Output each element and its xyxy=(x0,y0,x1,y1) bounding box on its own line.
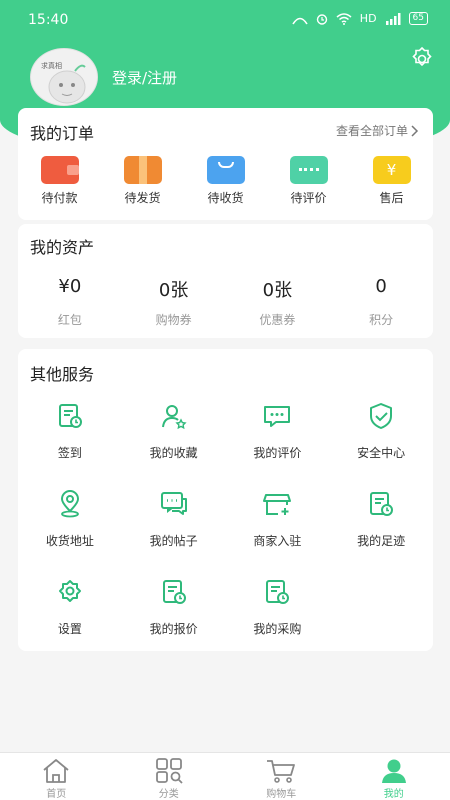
service-reviews[interactable]: 我的评价 xyxy=(226,401,330,489)
service-label: 我的帖子 xyxy=(149,534,198,548)
avatar[interactable]: 求真相 xyxy=(30,48,98,106)
service-favorites[interactable]: 我的收藏 xyxy=(122,401,226,489)
order-label: 待评价 xyxy=(290,191,327,205)
shield-icon xyxy=(370,403,393,429)
service-security-center[interactable]: 安全中心 xyxy=(329,401,433,489)
order-pending-payment[interactable]: 待付款 xyxy=(18,156,101,206)
services-grid: 签到 我的收藏 我的评价 安全中心 收货地址 我的帖子 商家入驻 我的足迹 设置… xyxy=(18,401,433,665)
posts-icon xyxy=(160,492,187,515)
service-label: 我的报价 xyxy=(149,622,198,636)
service-label: 签到 xyxy=(57,446,82,460)
box-icon xyxy=(206,156,245,184)
tab-cart[interactable]: 购物车 xyxy=(225,753,338,800)
service-label: 设置 xyxy=(57,622,82,636)
tab-label: 首页 xyxy=(46,789,67,800)
category-icon xyxy=(155,758,183,784)
other-services-card: 其他服务 签到 我的收藏 我的评价 安全中心 收货地址 我的帖子 商家入驻 我的… xyxy=(18,349,433,651)
review-icon xyxy=(264,406,291,427)
tab-label: 分类 xyxy=(158,789,179,800)
avatar-cartoon-icon xyxy=(48,64,86,104)
order-label: 待发货 xyxy=(124,191,161,205)
asset-value: 0 xyxy=(375,276,387,297)
yen-bag-icon: ¥ xyxy=(372,156,411,184)
status-time: 15:40 xyxy=(28,12,69,28)
order-label: 待付款 xyxy=(41,191,78,205)
status-icons: HD 65 xyxy=(292,12,428,25)
battery-indicator: 65 xyxy=(408,12,428,25)
service-label: 商家入驻 xyxy=(253,534,302,548)
orders-title: 我的订单 xyxy=(30,124,95,143)
service-label: 我的采购 xyxy=(253,622,302,636)
asset-shopping-voucher[interactable]: 0张 购物券 xyxy=(122,276,226,328)
service-posts[interactable]: 我的帖子 xyxy=(122,489,226,577)
service-footprints[interactable]: 我的足迹 xyxy=(329,489,433,577)
order-pending-receipt[interactable]: 待收货 xyxy=(184,156,267,206)
profile-icon xyxy=(381,759,406,783)
service-shipping-address[interactable]: 收货地址 xyxy=(18,489,122,577)
wallet-icon xyxy=(40,156,79,184)
avatar-text: 求真相 xyxy=(41,62,62,70)
asset-label: 优惠券 xyxy=(259,313,296,327)
order-pending-review[interactable]: 待评价 xyxy=(267,156,350,206)
service-merchant-join[interactable]: 商家入驻 xyxy=(226,489,330,577)
cell-signal-icon xyxy=(385,12,401,25)
home-icon xyxy=(43,759,69,783)
service-label: 我的评价 xyxy=(253,446,302,460)
comment-icon xyxy=(289,156,328,184)
asset-label: 购物券 xyxy=(155,313,192,327)
order-pending-shipment[interactable]: 待发货 xyxy=(101,156,184,206)
service-my-quotes[interactable]: 我的报价 xyxy=(122,577,226,665)
tab-mine[interactable]: 我的 xyxy=(338,753,450,800)
tab-home[interactable]: 首页 xyxy=(0,753,113,800)
package-icon xyxy=(123,156,162,184)
wifi-icon xyxy=(336,12,352,25)
view-all-orders-link[interactable]: 查看全部订单 xyxy=(336,122,419,139)
status-bar: 15:40 HD 65 xyxy=(0,0,450,40)
quote-icon xyxy=(162,580,186,604)
tab-label: 购物车 xyxy=(266,789,297,800)
service-checkin[interactable]: 签到 xyxy=(18,401,122,489)
service-label: 收货地址 xyxy=(45,534,94,548)
asset-value: ¥0 xyxy=(58,276,82,297)
tab-label: 我的 xyxy=(383,789,404,800)
favorite-user-icon xyxy=(161,405,187,430)
asset-list: ¥0 红包 0张 购物券 0张 优惠券 0 积分 xyxy=(18,276,433,328)
chevron-right-icon xyxy=(411,124,419,137)
order-label: 售后 xyxy=(379,191,404,205)
network-type: HD xyxy=(359,12,377,25)
my-orders-card: 我的订单 查看全部订单 待付款 待发货 待收货 待评价 ¥ 售后 xyxy=(18,108,433,220)
order-status-list: 待付款 待发货 待收货 待评价 ¥ 售后 xyxy=(18,156,433,206)
assets-title: 我的资产 xyxy=(30,238,95,257)
tab-category[interactable]: 分类 xyxy=(113,753,226,800)
order-label: 待收货 xyxy=(207,191,244,205)
cart-icon xyxy=(267,760,296,783)
checkin-icon xyxy=(58,404,82,428)
asset-label: 红包 xyxy=(57,313,82,327)
store-icon xyxy=(263,494,292,515)
asset-red-packet[interactable]: ¥0 红包 xyxy=(18,276,122,328)
asset-label: 积分 xyxy=(369,313,394,327)
gear-icon xyxy=(58,580,81,602)
asset-value: 0张 xyxy=(158,280,189,301)
alarm-icon xyxy=(316,13,327,25)
bottom-tab-bar: 首页 分类 购物车 我的 xyxy=(0,752,450,800)
asset-value: 0张 xyxy=(262,280,293,301)
service-label: 安全中心 xyxy=(357,446,406,460)
services-title: 其他服务 xyxy=(30,365,95,384)
purchase-icon xyxy=(266,580,290,604)
order-after-sales[interactable]: ¥ 售后 xyxy=(350,156,433,206)
service-my-purchases[interactable]: 我的采购 xyxy=(226,577,330,665)
asset-coupon[interactable]: 0张 优惠券 xyxy=(226,276,330,328)
signal-icon xyxy=(292,17,308,24)
settings-gear-icon[interactable] xyxy=(408,44,436,72)
view-all-label: 查看全部订单 xyxy=(335,124,408,138)
location-icon xyxy=(60,490,79,518)
service-label: 我的足迹 xyxy=(357,534,406,548)
asset-points[interactable]: 0 积分 xyxy=(329,276,433,328)
service-settings[interactable]: 设置 xyxy=(18,577,122,665)
service-label: 我的收藏 xyxy=(149,446,198,460)
login-register-link[interactable]: 登录/注册 xyxy=(112,67,177,88)
history-icon xyxy=(370,492,394,516)
my-assets-card: 我的资产 ¥0 红包 0张 购物券 0张 优惠券 0 积分 xyxy=(18,224,433,338)
